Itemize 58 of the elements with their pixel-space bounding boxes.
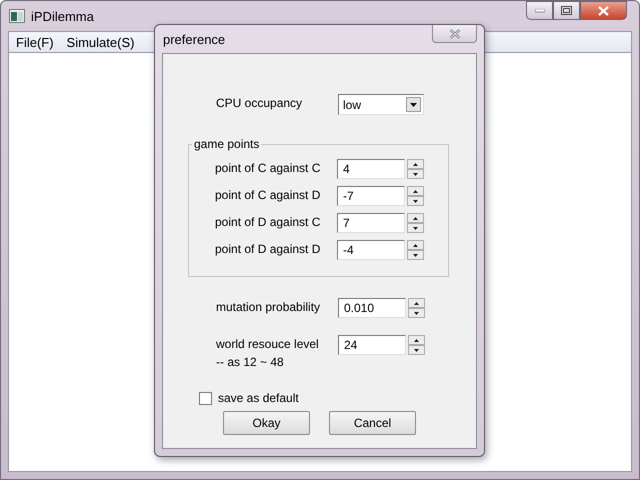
cpu-dropdown[interactable]: low — [338, 94, 424, 115]
spin-up-button[interactable] — [407, 186, 424, 196]
number-field[interactable]: -7 — [337, 186, 405, 206]
menu-item[interactable]: Simulate(S) — [64, 34, 142, 50]
field-label: point of C against C — [215, 161, 322, 175]
number-field[interactable]: -4 — [337, 240, 405, 260]
up-triangle-icon — [413, 244, 418, 246]
close-icon — [448, 28, 460, 38]
hint-text: -- as 12 ~ 48 — [216, 355, 285, 369]
up-triangle-icon — [414, 338, 419, 342]
up-triangle-icon — [413, 216, 418, 220]
number-field[interactable]: 7 — [337, 213, 405, 233]
checkbox[interactable] — [199, 392, 212, 404]
spin-up-button[interactable] — [407, 159, 424, 169]
window-title: iPDilemma — [31, 8, 94, 24]
field-label: mutation probability — [216, 300, 322, 314]
down-triangle-icon — [413, 200, 418, 202]
cancel-button[interactable]: Cancel — [329, 411, 416, 435]
spin-up-button[interactable] — [407, 213, 424, 223]
up-triangle-icon — [414, 302, 419, 304]
spin-down-button[interactable] — [407, 223, 424, 233]
spin-up-button[interactable] — [407, 240, 424, 250]
close-icon — [598, 6, 609, 16]
down-triangle-icon — [413, 226, 418, 230]
close-button[interactable] — [580, 1, 627, 20]
maximize-icon — [561, 6, 572, 15]
up-triangle-icon — [413, 190, 418, 192]
field-label: point of D against D — [215, 242, 322, 256]
minimize-button[interactable] — [526, 1, 553, 20]
down-triangle-icon — [414, 312, 419, 314]
app-icon — [9, 9, 25, 23]
down-triangle-icon — [414, 348, 419, 352]
minimize-icon — [534, 8, 544, 12]
up-triangle-icon — [413, 162, 418, 166]
spin-down-button[interactable] — [407, 169, 424, 179]
dialog-title: preference — [162, 32, 226, 46]
field-label: point of C against D — [215, 188, 322, 202]
checkbox-label: save as default — [218, 391, 299, 405]
down-triangle-icon — [413, 254, 418, 256]
maximize-button[interactable] — [553, 1, 580, 20]
close-button[interactable] — [432, 25, 477, 43]
spin-down-button[interactable] — [408, 345, 425, 355]
menu-item[interactable]: File(F) — [13, 34, 61, 50]
field-label: point of D against C — [215, 215, 322, 229]
spin-up-button[interactable] — [408, 298, 425, 308]
number-field[interactable]: 4 — [337, 159, 405, 179]
spin-down-button[interactable] — [407, 196, 424, 206]
number-field[interactable]: 24 — [338, 335, 406, 355]
group-title: game points — [193, 137, 260, 151]
spin-down-button[interactable] — [408, 308, 425, 318]
okay-button[interactable]: Okay — [223, 411, 310, 435]
down-triangle-icon — [413, 172, 418, 176]
field-label: CPU occupancy — [216, 95, 304, 110]
number-field[interactable]: 0.010 — [338, 298, 406, 318]
dropdown-arrow-icon — [410, 102, 417, 106]
spin-up-button[interactable] — [408, 335, 425, 345]
spin-down-button[interactable] — [407, 250, 424, 260]
field-label: world resouce level — [216, 337, 320, 351]
